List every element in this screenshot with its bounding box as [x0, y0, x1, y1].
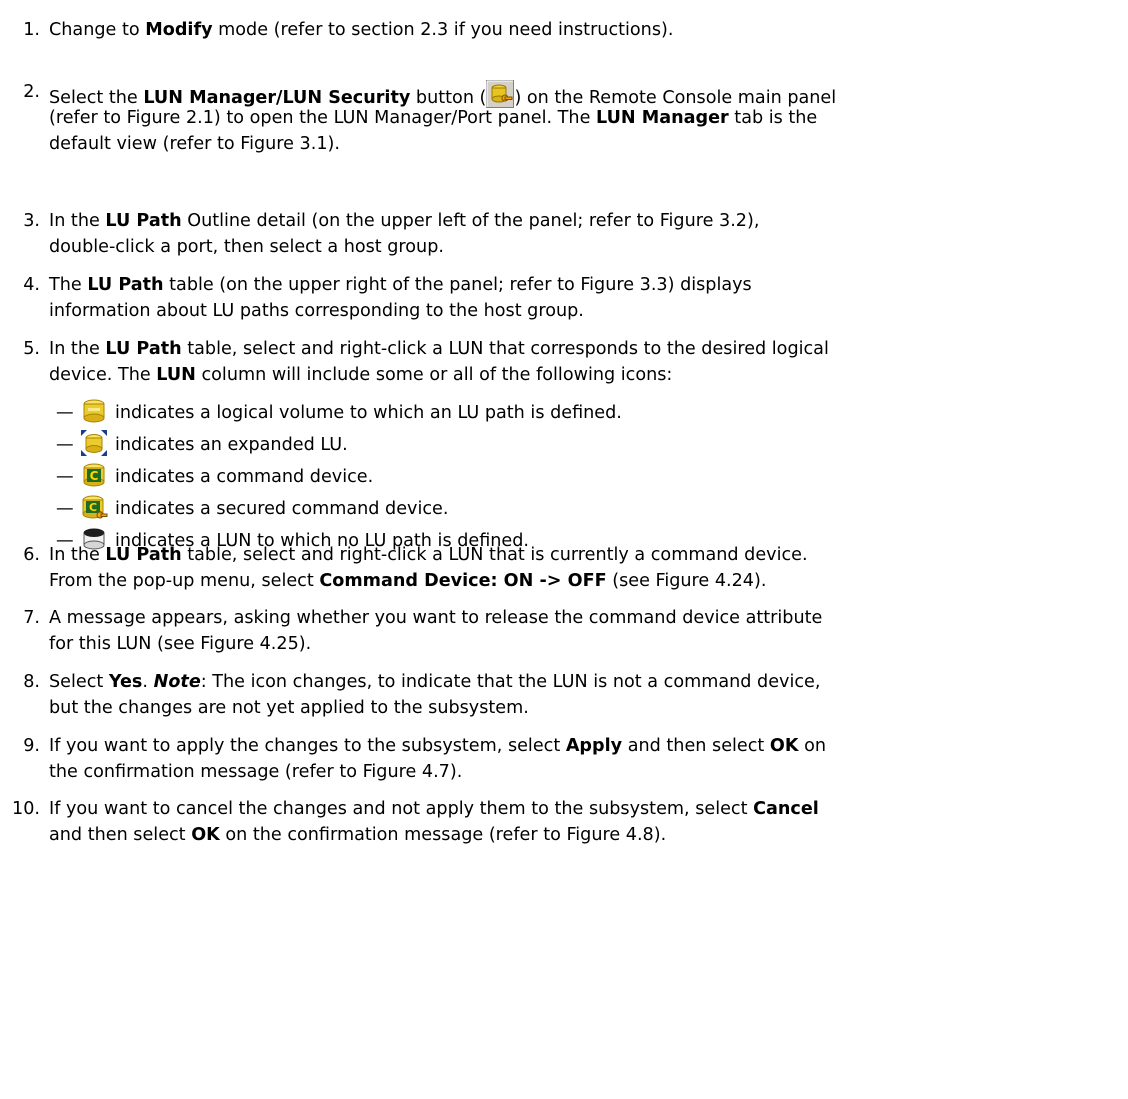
icon-legend-item: — Cindicates a command device.: [0, 461, 1128, 493]
icon-description: indicates a command device.: [115, 467, 374, 487]
svg-text:C: C: [90, 469, 99, 483]
icon-description: indicates a secured command device.: [115, 499, 449, 519]
text-run: column will include some or all of the f…: [195, 365, 673, 385]
step-number: 2.: [23, 82, 40, 102]
text-run: the confirmation message (refer to Figur…: [49, 762, 463, 782]
svg-text:C: C: [89, 501, 97, 514]
step-text-line: Change to Modify mode (refer to section …: [49, 18, 673, 42]
text-run: If you want to cancel the changes and no…: [49, 799, 754, 819]
text-run: but the changes are not yet applied to t…: [49, 698, 529, 718]
icon-legend-item: — C indicates a secured command device.: [0, 493, 1128, 525]
bold-term: Yes: [108, 672, 143, 692]
text-run: : The icon changes, to indicate that the…: [200, 672, 821, 692]
text-run: The: [49, 275, 88, 295]
list-dash: —: [56, 435, 74, 455]
text-run: .: [142, 672, 154, 692]
note-label: Note: [153, 672, 201, 692]
bold-term: LUN Manager/LUN Security: [143, 88, 411, 108]
bold-term: LU Path: [87, 275, 164, 295]
icon-description: indicates an expanded LU.: [115, 435, 348, 455]
step-number: 1.: [23, 20, 40, 40]
text-run: ) on the Remote Console main panel: [514, 88, 837, 108]
step-text-line: If you want to apply the changes to the …: [49, 734, 826, 758]
procedure-document: 1. Change to Modify mode (refer to sectio…: [0, 0, 1128, 1099]
bold-term: LU Path: [105, 339, 182, 359]
text-run: table (on the upper right of the panel; …: [163, 275, 752, 295]
text-run: A message appears, asking whether you wa…: [49, 608, 823, 628]
expanded-lu-icon: [80, 429, 108, 457]
step-number: 4.: [23, 275, 40, 295]
text-run: Outline detail (on the upper left of the…: [181, 211, 760, 231]
step-text-line: device. The LUN column will include some…: [49, 363, 672, 387]
step-text-line: and then select OK on the confirmation m…: [49, 823, 666, 847]
bold-term: LUN Manager: [596, 108, 729, 128]
list-dash: —: [56, 499, 74, 519]
note-label-wrapper: Note: [154, 672, 201, 692]
step-text-line: In the LU Path Outline detail (on the up…: [49, 209, 759, 233]
step-number: 3.: [23, 211, 40, 231]
lu-path-defined-volume-icon: [80, 397, 108, 425]
icon-description: indicates a LUN to which no LU path is d…: [115, 531, 530, 551]
list-dash: —: [56, 403, 74, 423]
step-text-line: (refer to Figure 2.1) to open the LUN Ma…: [49, 106, 817, 130]
text-run: From the pop-up menu, select: [49, 571, 320, 591]
command-device-icon: C: [80, 461, 108, 489]
list-dash: —: [56, 531, 74, 551]
bold-term: Modify: [145, 20, 213, 40]
text-run: mode (refer to section 2.3 if you need i…: [212, 20, 674, 40]
text-run: table, select and right-click a LUN that…: [181, 339, 829, 359]
step-text-line: information about LU paths corresponding…: [49, 299, 584, 323]
icon-legend-item: — indicates a LUN to which no LU path is…: [0, 525, 1128, 557]
bold-term: OK: [769, 736, 799, 756]
text-run: double-click a port, then select a host …: [49, 237, 444, 257]
text-run: tab is the: [728, 108, 818, 128]
text-run: Select: [49, 672, 109, 692]
text-run: and then select: [49, 825, 192, 845]
bold-term: LU Path: [105, 211, 182, 231]
text-run: for this LUN (see Figure 4.25).: [49, 634, 312, 654]
step-number: 8.: [23, 672, 40, 692]
text-run: device. The: [49, 365, 157, 385]
step-number: 5.: [23, 339, 40, 359]
text-run: (see Figure 4.24).: [606, 571, 767, 591]
text-run: on the confirmation message (refer to Fi…: [219, 825, 667, 845]
step-text-line: for this LUN (see Figure 4.25).: [49, 632, 311, 656]
step-text-line: double-click a port, then select a host …: [49, 235, 444, 259]
text-run: Change to: [49, 20, 146, 40]
icon-legend-item: — indicates a logical volume to which an…: [0, 397, 1128, 429]
step-text-line: but the changes are not yet applied to t…: [49, 696, 529, 720]
text-run: If you want to apply the changes to the …: [49, 736, 566, 756]
step-text-line: A message appears, asking whether you wa…: [49, 606, 822, 630]
step-text-line: Select Yes. Note: The icon changes, to i…: [49, 670, 820, 694]
bold-term: OK: [191, 825, 220, 845]
bold-term: LUN: [156, 365, 196, 385]
step-text-line: The LU Path table (on the upper right of…: [49, 273, 752, 297]
text-run: information about LU paths corresponding…: [49, 301, 584, 321]
step-number: 9.: [23, 736, 40, 756]
bold-term: Apply: [565, 736, 623, 756]
icon-description: indicates a logical volume to which an L…: [115, 403, 622, 423]
step-text-line: From the pop-up menu, select Command Dev…: [49, 569, 766, 593]
step-text-line: In the LU Path table, select and right-c…: [49, 337, 829, 361]
step-text-line: If you want to cancel the changes and no…: [49, 797, 819, 821]
bold-term: Cancel: [753, 799, 819, 819]
text-run: In the: [49, 339, 106, 359]
text-run: default view (refer to Figure 3.1).: [49, 134, 340, 154]
step-number: 10.: [12, 799, 40, 819]
step-number: 7.: [23, 608, 40, 628]
list-dash: —: [56, 467, 74, 487]
icon-legend-item: — indicates an expanded LU.: [0, 429, 1128, 461]
text-run: Select the: [49, 88, 144, 108]
text-run: (refer to Figure 2.1) to open the LUN Ma…: [49, 108, 596, 128]
step-text-line: the confirmation message (refer to Figur…: [49, 760, 462, 784]
text-run: and then select: [622, 736, 770, 756]
bold-term: Command Device: ON -> OFF: [319, 571, 607, 591]
secured-command-device-icon: C: [80, 493, 108, 521]
step-text-line: default view (refer to Figure 3.1).: [49, 132, 340, 156]
text-run: on: [798, 736, 827, 756]
text-run: In the: [49, 211, 106, 231]
no-lu-path-lun-icon: [80, 525, 108, 553]
text-run: button (: [410, 88, 487, 108]
